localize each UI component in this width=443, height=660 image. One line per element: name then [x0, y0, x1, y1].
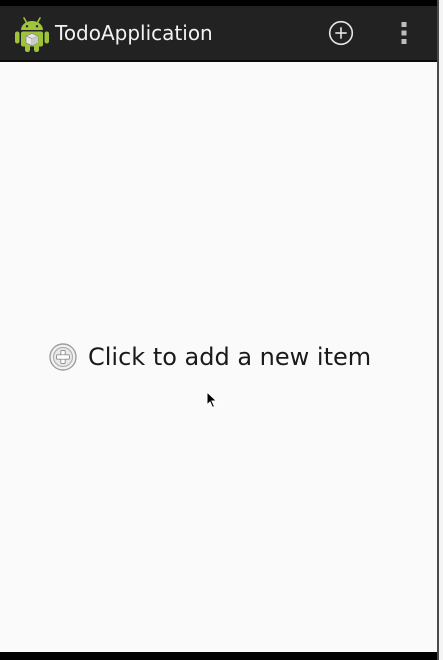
- add-circle-icon: [328, 20, 354, 46]
- overflow-menu-button[interactable]: [392, 14, 416, 52]
- action-bar: TodoApplication: [0, 6, 437, 60]
- app-screen: TodoApplication Click to add a new item: [0, 0, 437, 660]
- add-circle-icon: [49, 343, 77, 371]
- window-edge-line: [437, 0, 439, 660]
- add-new-item-prompt[interactable]: Click to add a new item: [48, 337, 371, 377]
- add-item-button[interactable]: [323, 14, 359, 52]
- add-new-item-text: Click to add a new item: [88, 343, 372, 371]
- app-title: TodoApplication: [55, 21, 213, 45]
- overflow-menu-icon: [401, 22, 407, 44]
- mouse-cursor-icon: [206, 391, 218, 409]
- android-robot-icon: [15, 17, 49, 52]
- todo-list-empty-area: Click to add a new item: [0, 62, 437, 652]
- bottom-strip: [0, 652, 437, 660]
